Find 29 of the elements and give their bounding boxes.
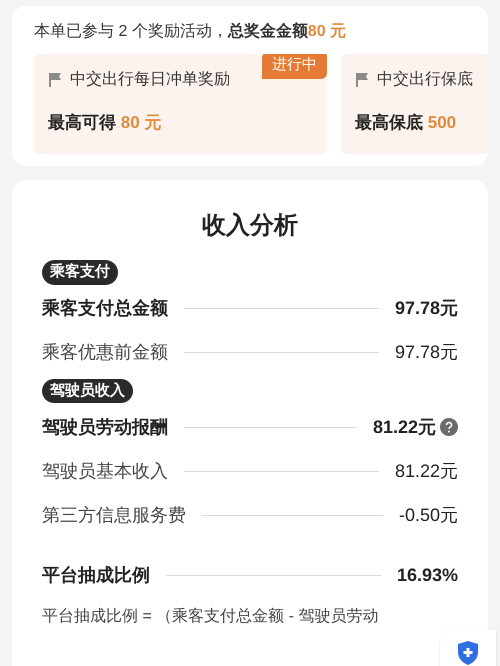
row-label: 平台抽成比例 xyxy=(42,564,150,586)
status-badge: 进行中 xyxy=(262,54,327,78)
category-tag: 乘客支付 xyxy=(42,260,118,284)
row-value: 81.22元 xyxy=(372,416,436,438)
row-value: 97.78元 xyxy=(394,341,458,364)
row-label: 乘客支付总金额 xyxy=(42,297,168,320)
rewards-summary: 本单已参与 2 个奖励活动，总奖金金额80 元 xyxy=(34,23,346,40)
category-tag: 驾驶员收入 xyxy=(42,378,133,403)
row-label: 第三方信息服务费 xyxy=(42,504,186,526)
formula-text: 平台抽成比例 = （乘客支付总金额 - 驾驶员劳动 xyxy=(42,606,380,627)
row-label: 驾驶员基本收入 xyxy=(42,460,168,482)
activity-reward: 最高保底 500 xyxy=(355,113,456,132)
shield-icon xyxy=(456,640,480,666)
row-value: 97.78元 xyxy=(394,297,458,320)
activity-card[interactable]: 中交出行保底 最高保底 500 xyxy=(341,54,488,154)
row-value: 81.22元 xyxy=(394,460,458,482)
shield-button[interactable] xyxy=(440,630,496,666)
flag-icon xyxy=(48,72,62,88)
activity-reward: 最高可得 80 元 xyxy=(48,113,162,132)
activity-name: 中交出行保底 xyxy=(377,70,473,90)
row-label: 乘客优惠前金额 xyxy=(42,341,168,364)
row-value: -0.50元 xyxy=(398,504,458,526)
section-title: 收入分析 xyxy=(201,211,299,241)
flag-icon xyxy=(355,72,369,88)
row-label: 驾驶员劳动报酬 xyxy=(42,416,168,438)
activity-card[interactable]: 进行中 中交出行每日冲单奖励 最高可得 80 元 xyxy=(34,54,327,154)
help-icon[interactable] xyxy=(440,418,458,436)
activity-name: 中交出行每日冲单奖励 xyxy=(70,70,230,90)
row-value: 16.93% xyxy=(396,564,458,586)
